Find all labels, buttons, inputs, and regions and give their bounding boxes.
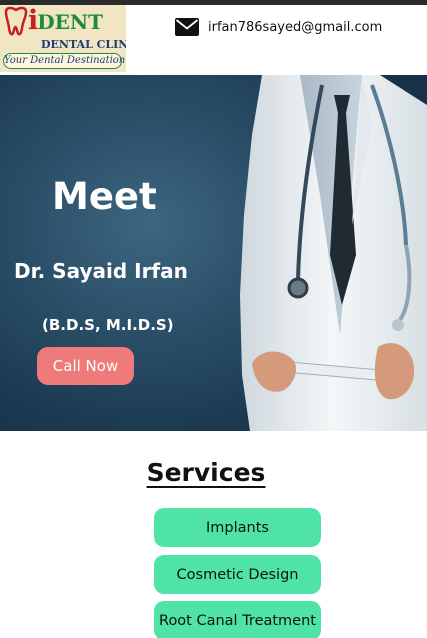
contact-email[interactable]: irfan786sayed@gmail.com <box>175 17 382 37</box>
service-implants-button[interactable]: Implants <box>154 508 321 547</box>
logo-clinic-name: DENTAL CLINIC <box>41 38 126 51</box>
email-address[interactable]: irfan786sayed@gmail.com <box>208 20 382 35</box>
logo-brand-rest: DENT <box>37 10 104 34</box>
call-now-button[interactable]: Call Now <box>37 347 134 385</box>
tooth-logo-icon <box>4 6 28 36</box>
envelope-icon <box>175 18 199 36</box>
clinic-logo[interactable]: iDENT DENTAL CLINIC Your Dental Destinat… <box>0 5 126 72</box>
service-root-canal-button[interactable]: Root Canal Treatment <box>154 601 321 638</box>
services-heading: Services <box>146 458 266 487</box>
service-cosmetic-design-button[interactable]: Cosmetic Design <box>154 555 321 594</box>
logo-brand: iDENT <box>28 5 103 38</box>
doctor-name: Dr. Sayaid Irfan <box>14 259 188 283</box>
hero-banner: Meet Dr. Sayaid Irfan (B.D.S, M.I.D.S) C… <box>0 75 427 431</box>
logo-brand-i: i <box>28 5 38 36</box>
doctor-qualifications: (B.D.S, M.I.D.S) <box>42 316 174 334</box>
logo-tagline: Your Dental Destination <box>3 53 125 69</box>
hero-title: Meet <box>52 175 157 218</box>
site-header: iDENT DENTAL CLINIC Your Dental Destinat… <box>0 5 427 75</box>
